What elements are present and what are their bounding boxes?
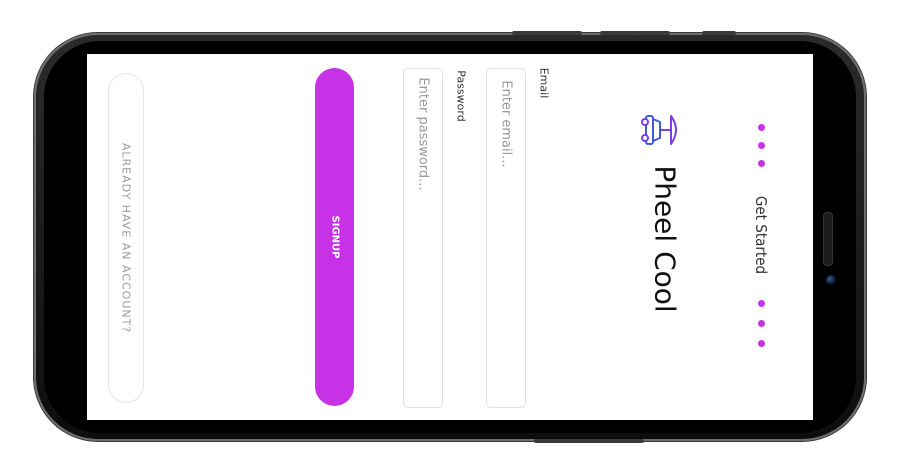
- email-label: Email: [537, 67, 551, 99]
- password-placeholder: Enter password...: [415, 77, 431, 191]
- decor-dot: [758, 340, 765, 347]
- decor-dot: [758, 160, 765, 167]
- camera-icon: [826, 275, 836, 285]
- decor-dot: [758, 124, 765, 131]
- volume-up-button: [512, 31, 582, 35]
- already-have-account-button[interactable]: ALREADY HAVE AN ACCOUNT?: [108, 73, 144, 403]
- password-label: Password: [454, 70, 468, 122]
- speaker-grille: [823, 212, 833, 266]
- mute-switch: [702, 31, 736, 35]
- signup-button[interactable]: SIGNUP: [315, 68, 354, 406]
- car-umbrella-logo-icon: [641, 109, 679, 151]
- app-screen: Get Started Pheel Cool Email Enter email…: [87, 54, 813, 420]
- app-name: Pheel Cool: [648, 165, 682, 313]
- signup-label: SIGNUP: [329, 215, 341, 259]
- decor-dot: [758, 320, 765, 327]
- password-field[interactable]: Enter password...: [403, 68, 443, 408]
- power-button: [534, 439, 644, 443]
- decor-dot: [758, 142, 765, 149]
- email-placeholder: Enter email...: [498, 80, 514, 168]
- email-field[interactable]: Enter email...: [486, 68, 526, 408]
- already-have-account-label: ALREADY HAVE AN ACCOUNT?: [119, 142, 133, 334]
- page-title: Get Started: [752, 195, 770, 275]
- volume-down-button: [600, 31, 670, 35]
- decor-dot: [758, 300, 765, 307]
